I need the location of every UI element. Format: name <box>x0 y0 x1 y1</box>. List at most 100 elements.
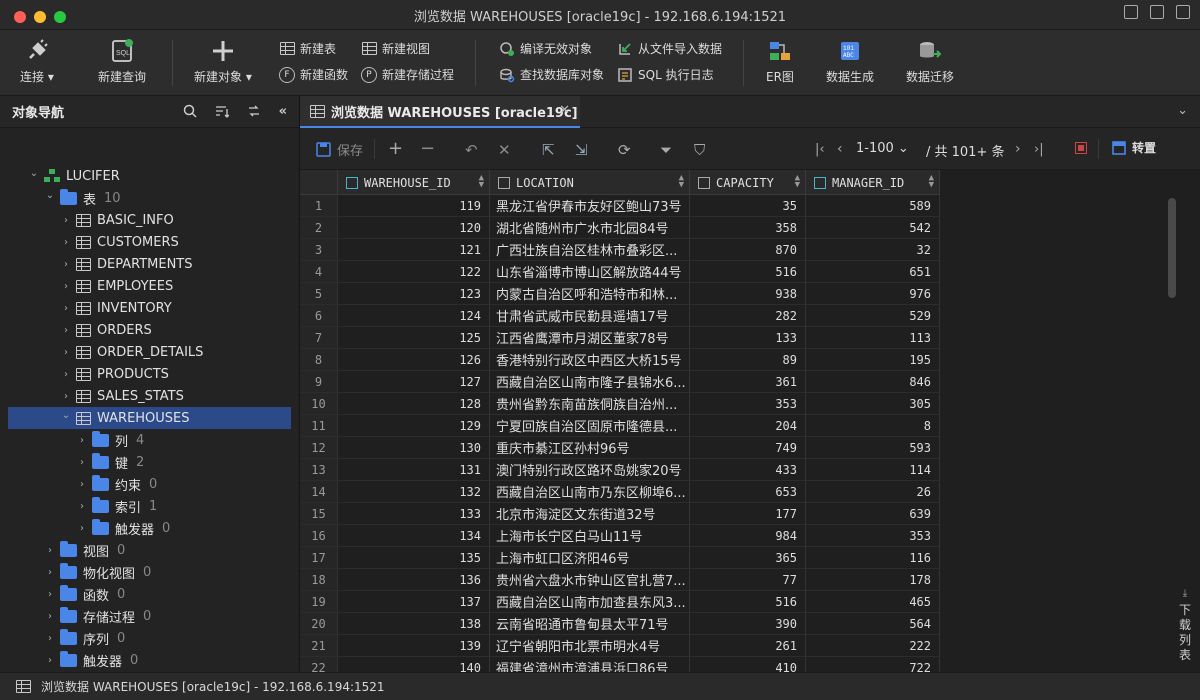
table-cell[interactable]: 122 <box>338 261 490 283</box>
table-row[interactable]: 19 137 西藏自治区山南市加查县东风3... 516 465 <box>300 591 940 613</box>
chevron-right-icon[interactable]: › <box>44 633 56 644</box>
table-cell[interactable]: 北京市海淀区文东街道32号 <box>490 503 690 525</box>
sort-arrows-icon[interactable]: ▲ ▼ <box>929 174 934 190</box>
table-cell[interactable]: 137 <box>338 591 490 613</box>
chevron-right-icon[interactable]: › <box>60 237 72 248</box>
table-row[interactable]: 15 133 北京市海淀区文东街道32号 177 639 <box>300 503 940 525</box>
chevron-down-icon[interactable]: ⌄ <box>1177 103 1188 118</box>
table-row[interactable]: 8 126 香港特别行政区中西区大桥15号 89 195 <box>300 349 940 371</box>
table-cell[interactable]: 516 <box>690 261 806 283</box>
table-cell[interactable]: 云南省昭通市鲁甸县太平71号 <box>490 613 690 635</box>
cancel-icon[interactable]: ✕ <box>498 141 511 159</box>
table-cell[interactable]: 358 <box>690 217 806 239</box>
tree-item[interactable]: › PRODUCTS <box>0 363 299 385</box>
table-row[interactable]: 16 134 上海市长宁区白马山11号 984 353 <box>300 525 940 547</box>
table-cell[interactable]: 139 <box>338 635 490 657</box>
save-button[interactable]: 保存 <box>316 140 363 159</box>
filter-icon[interactable]: ⛉ <box>694 141 705 159</box>
table-cell[interactable]: 133 <box>338 503 490 525</box>
table-cell[interactable]: 353 <box>690 393 806 415</box>
next-page-icon[interactable]: › <box>1015 141 1021 157</box>
tree-item[interactable]: › 存储过程 0 <box>0 605 299 627</box>
sort-arrows-icon[interactable]: ▲ ▼ <box>795 174 800 190</box>
table-cell[interactable]: 内蒙古自治区呼和浩特市和林... <box>490 283 690 305</box>
table-row[interactable]: 9 127 西藏自治区山南市隆子县锦水6... 361 846 <box>300 371 940 393</box>
table-cell[interactable]: 134 <box>338 525 490 547</box>
table-cell[interactable]: 653 <box>690 481 806 503</box>
sort-icon[interactable] <box>215 104 230 122</box>
refresh-filter-icon[interactable] <box>247 104 261 122</box>
table-row[interactable]: 2 120 湖北省随州市广水市北园84号 358 542 <box>300 217 940 239</box>
table-cell[interactable]: 114 <box>806 459 940 481</box>
new-object-button[interactable]: 新建对象 ▾ <box>194 38 252 85</box>
tree-item[interactable]: › BASIC_INFO <box>0 209 299 231</box>
table-cell[interactable]: 贵州省六盘水市钟山区官扎营7... <box>490 569 690 591</box>
table-cell[interactable]: 870 <box>690 239 806 261</box>
new-view-button[interactable]: 新建视图 <box>361 40 430 57</box>
chevron-right-icon[interactable]: › <box>60 259 72 270</box>
table-cell[interactable]: 江西省鹰潭市月湖区董家78号 <box>490 327 690 349</box>
er-diagram-button[interactable]: ER图 <box>766 38 794 85</box>
new-query-button[interactable]: SQL 新建查询 <box>98 38 146 85</box>
table-cell[interactable]: 195 <box>806 349 940 371</box>
stop-icon[interactable] <box>1075 142 1087 154</box>
table-cell[interactable]: 353 <box>806 525 940 547</box>
table-cell[interactable]: 116 <box>806 547 940 569</box>
search-icon[interactable] <box>183 104 197 122</box>
table-cell[interactable]: 西藏自治区山南市隆子县锦水6... <box>490 371 690 393</box>
table-cell[interactable]: 593 <box>806 437 940 459</box>
table-cell[interactable]: 131 <box>338 459 490 481</box>
tree-item[interactable]: › DEPARTMENTS <box>0 253 299 275</box>
table-row[interactable]: 22 140 福建省漳州市漳浦县浜口86号 410 722 <box>300 657 940 672</box>
prev-page-icon[interactable]: ‹ <box>837 141 843 157</box>
chevron-right-icon[interactable]: › <box>44 611 56 622</box>
table-cell[interactable]: 305 <box>806 393 940 415</box>
toggle-right-panel-icon[interactable] <box>1176 5 1190 19</box>
table-cell[interactable]: 湖北省随州市广水市北园84号 <box>490 217 690 239</box>
chevron-right-icon[interactable]: › <box>44 567 56 578</box>
table-cell[interactable]: 136 <box>338 569 490 591</box>
collapse-panel-icon[interactable]: « <box>279 104 287 122</box>
first-page-icon[interactable]: |‹ <box>815 142 825 157</box>
column-header[interactable]: LOCATION ▲ ▼ <box>490 170 690 195</box>
table-row[interactable]: 5 123 内蒙古自治区呼和浩特市和林... 938 976 <box>300 283 940 305</box>
table-cell[interactable]: 976 <box>806 283 940 305</box>
tree-item[interactable]: › 触发器 0 <box>0 649 299 671</box>
table-cell[interactable]: 山东省淄博市博山区解放路44号 <box>490 261 690 283</box>
chevron-right-icon[interactable]: › <box>44 655 56 666</box>
table-cell[interactable]: 上海市虹口区济阳46号 <box>490 547 690 569</box>
table-cell[interactable]: 35 <box>690 195 806 217</box>
chevron-right-icon[interactable]: › <box>60 215 72 226</box>
table-cell[interactable]: 938 <box>690 283 806 305</box>
table-cell[interactable]: 589 <box>806 195 940 217</box>
chevron-down-icon[interactable]: ⌄ <box>28 168 40 179</box>
chevron-right-icon[interactable]: › <box>60 281 72 292</box>
transpose-button[interactable]: 转置 <box>1112 139 1156 156</box>
table-row[interactable]: 20 138 云南省昭通市鲁甸县太平71号 390 564 <box>300 613 940 635</box>
table-cell[interactable]: 127 <box>338 371 490 393</box>
undo-icon[interactable]: ↶ <box>465 141 478 159</box>
table-row[interactable]: 6 124 甘肃省武威市民勤县遥墙17号 282 529 <box>300 305 940 327</box>
tree-item[interactable]: › 视图 0 <box>0 539 299 561</box>
table-cell[interactable]: 222 <box>806 635 940 657</box>
tree-item[interactable]: ⌄ 表 10 <box>0 187 299 209</box>
table-cell[interactable]: 126 <box>338 349 490 371</box>
table-row[interactable]: 10 128 贵州省黔东南苗族侗族自治州... 353 305 <box>300 393 940 415</box>
find-object-button[interactable]: 查找数据库对象 <box>499 66 604 83</box>
tree-item[interactable]: › 键 2 <box>0 451 299 473</box>
sort-arrows-icon[interactable]: ▲ ▼ <box>479 174 484 190</box>
sort-arrows-icon[interactable]: ▲ ▼ <box>679 174 684 190</box>
table-cell[interactable]: 广西壮族自治区桂林市叠彩区... <box>490 239 690 261</box>
toggle-bottom-panel-icon[interactable] <box>1150 5 1164 19</box>
close-tab-icon[interactable]: ✕ <box>559 103 570 118</box>
chevron-down-icon[interactable]: ⌄ <box>60 410 72 421</box>
table-cell[interactable]: 282 <box>690 305 806 327</box>
table-cell[interactable]: 749 <box>690 437 806 459</box>
chevron-right-icon[interactable]: › <box>60 347 72 358</box>
tree-item[interactable]: › 索引 1 <box>0 495 299 517</box>
table-cell[interactable]: 984 <box>690 525 806 547</box>
table-cell[interactable]: 125 <box>338 327 490 349</box>
data-generation-button[interactable]: 101 ABC 数据生成 <box>826 38 874 85</box>
table-cell[interactable]: 846 <box>806 371 940 393</box>
data-migration-button[interactable]: 数据迁移 <box>906 38 954 85</box>
